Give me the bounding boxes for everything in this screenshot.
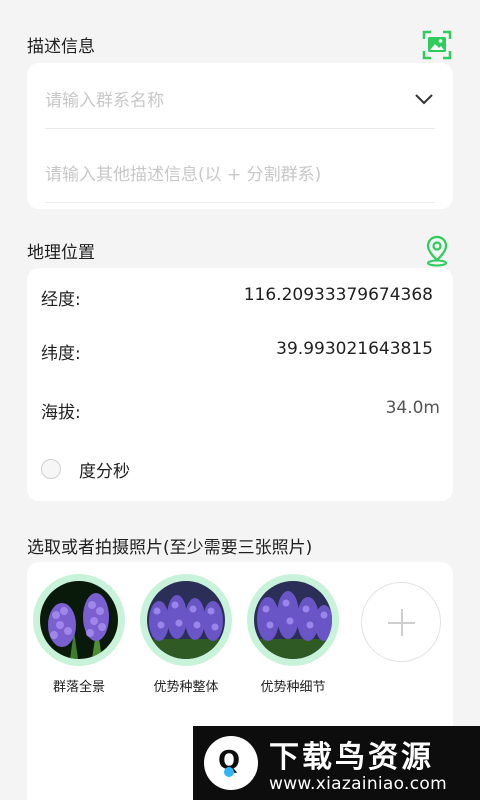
community-name-select[interactable]: 请输入群系名称 [45, 69, 435, 129]
dms-option[interactable]: 度分秒 [41, 456, 130, 482]
photo-thumbnail [254, 581, 332, 659]
location-title: 地理位置 [27, 243, 95, 263]
altitude-value: 34.0m [385, 398, 440, 418]
watermark-title: 下载鸟资源 [269, 740, 434, 775]
photo-item-panorama[interactable]: 群落全景 [29, 574, 129, 695]
latitude-row: 纬度: 39.993021643815 [41, 339, 439, 365]
photo-thumbnail [40, 581, 118, 659]
latitude-label: 纬度: [41, 344, 81, 364]
photo-item-dominant-detail[interactable]: 优势种细节 [243, 574, 343, 695]
latitude-value: 39.993021643815 [276, 339, 433, 359]
other-description-placeholder: 请输入其他描述信息(以 + 分割群系) [45, 165, 322, 185]
photos-title: 选取或者拍摄照片(至少需要三张照片) [27, 538, 313, 558]
photo-caption: 优势种整体 [153, 680, 219, 695]
location-pin-icon[interactable] [426, 235, 448, 267]
longitude-row: 经度: 116.20933379674368 [41, 285, 439, 311]
location-card: 经度: 116.20933379674368 纬度: 39.9930216438… [27, 268, 453, 501]
photo-thumbnail [147, 581, 225, 659]
add-photo-button[interactable] [361, 582, 441, 662]
photo-ring [33, 574, 125, 666]
community-name-placeholder: 请输入群系名称 [45, 91, 164, 111]
longitude-label: 经度: [41, 290, 81, 310]
photo-caption: 优势种细节 [260, 680, 326, 695]
photo-item-dominant-whole[interactable]: 优势种整体 [136, 574, 236, 695]
photo-ring [247, 574, 339, 666]
dms-radio[interactable] [41, 459, 61, 479]
image-scan-icon[interactable] [422, 30, 452, 60]
longitude-value: 116.20933379674368 [243, 285, 433, 305]
watermark-banner: Q 下载鸟资源 www.xiazainiao.com [193, 726, 480, 800]
altitude-label: 海拔: [41, 403, 81, 423]
watermark-logo-icon: Q [204, 736, 258, 790]
page: 描述信息 请输入群系名称 请输入其他描述信息(以 + 分割群系) 地理位置 经度… [0, 0, 480, 800]
photo-caption: 群落全景 [52, 680, 105, 695]
chevron-down-icon[interactable] [413, 88, 435, 110]
watermark-url: www.xiazainiao.com [269, 774, 447, 794]
other-description-input[interactable]: 请输入其他描述信息(以 + 分割群系) [45, 143, 435, 203]
dms-label: 度分秒 [79, 461, 130, 482]
description-card: 请输入群系名称 请输入其他描述信息(以 + 分割群系) [27, 63, 453, 209]
altitude-row: 海拔: 34.0m [41, 398, 440, 424]
photo-ring [140, 574, 232, 666]
description-title: 描述信息 [27, 37, 95, 57]
